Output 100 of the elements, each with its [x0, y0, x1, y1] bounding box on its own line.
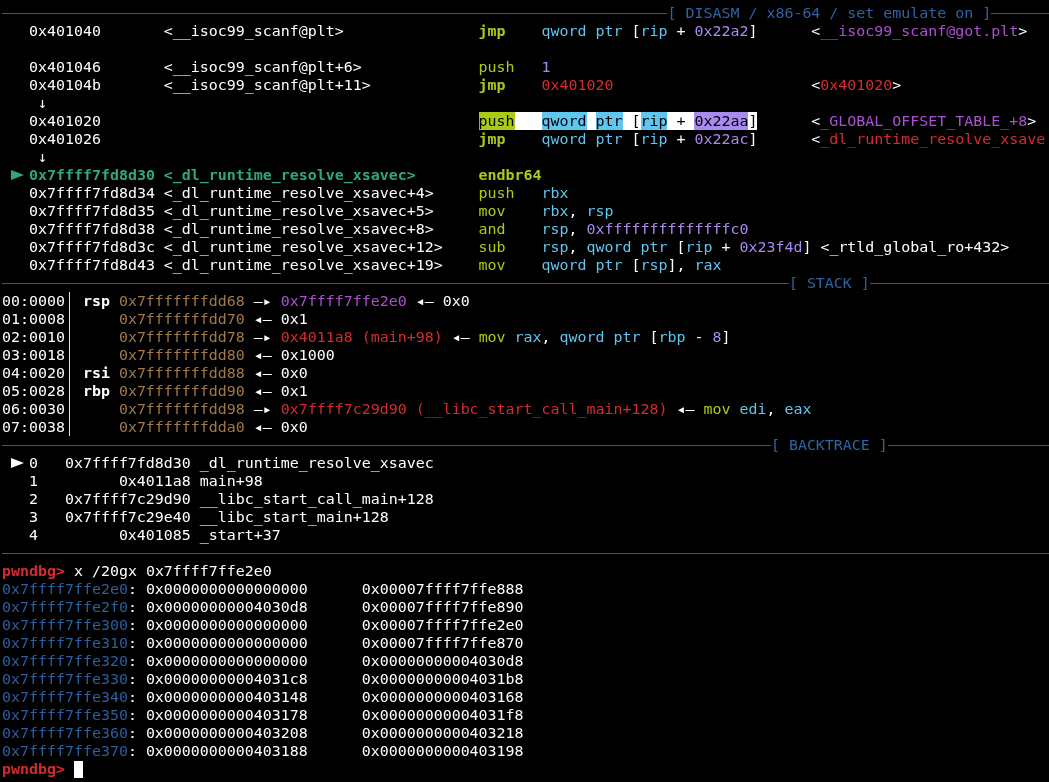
memory-value: 0x0000000000000000 — [145, 652, 308, 670]
stack-offset: 06:0030 — [2, 400, 65, 418]
symbol-label: <_dl_runtime_resolve_xsavec> — [163, 166, 416, 184]
frame-address: 0x7ffff7c29e40 — [64, 508, 191, 526]
stack-address: 0x7fffffffdd68 — [118, 292, 245, 310]
command-text: x /20gx 0x7ffff7ffe2e0 — [73, 562, 272, 580]
stack-offset: 00:0000 — [2, 292, 65, 310]
chain-arrow: —▸ — [253, 292, 272, 310]
memory-value: 0x00007ffff7ffe888 — [361, 580, 524, 598]
stack-value: 0x0 — [280, 418, 308, 436]
mnemonic-text: push — [478, 184, 515, 202]
comment-text: <_GLOBAL_OFFSET_TABLE_+8> — [811, 112, 1037, 130]
stack-offset: 02:0010 — [2, 328, 65, 346]
mnemonic-text: endbr64 — [478, 166, 542, 184]
frame-index: 0 — [28, 454, 38, 472]
memory-value: 0x0000000000403178 — [145, 706, 308, 724]
mnemonic-text: mov — [478, 256, 506, 274]
stack-value: 0x1 — [280, 310, 308, 328]
chain-arrow: ◂— — [253, 346, 272, 364]
comment-text: <0x401020> — [811, 76, 902, 94]
memory-address: 0x7ffff7ffe330: — [2, 670, 137, 688]
memory-value: 0x00000000004030d8 — [361, 652, 524, 670]
memory-address: 0x7ffff7ffe2e0: — [2, 580, 137, 598]
memory-value: 0x00000000004031b8 — [361, 670, 524, 688]
operands-text: qword ptr [rip + 0x22aa] — [541, 112, 758, 130]
operands-text: rbx, rsp — [541, 202, 614, 220]
frame-address: 0x7ffff7c29d90 — [64, 490, 191, 508]
pane-title: [ STACK ] — [788, 274, 870, 292]
mnemonic-text: mov — [478, 202, 506, 220]
frame-index: 1 — [28, 472, 38, 490]
stack-address: 0x7fffffffdd88 — [118, 364, 245, 382]
memory-value: 0x0000000000403168 — [361, 688, 524, 706]
memory-value: 0x0000000000000000 — [145, 580, 308, 598]
instruction-address: 0x7ffff7fd8d35 — [28, 202, 155, 220]
stack-offset: 04:0020 — [2, 364, 65, 382]
stack-offset: 01:0008 — [2, 310, 65, 328]
mnemonic-text: jmp — [478, 22, 506, 40]
stack-offset: 03:0018 — [2, 346, 65, 364]
stack-address: 0x7fffffffdd78 — [118, 328, 245, 346]
symbol-label: <_dl_runtime_resolve_xsavec+19> — [163, 256, 443, 274]
instruction-text: mov rax, qword ptr [rbp - 8] — [478, 328, 731, 346]
instruction-text: mov edi, eax — [703, 400, 812, 418]
instruction-address: 0x7ffff7fd8d43 — [28, 256, 155, 274]
stack-value: 0x4011a8 (main+98) — [280, 328, 443, 346]
operands-text: 1 — [541, 58, 551, 76]
symbol-label: <__isoc99_scanf@plt> — [163, 22, 344, 40]
memory-value: 0x0000000000000000 — [145, 634, 308, 652]
frame-address: 0x401085 — [118, 526, 191, 544]
operands-text: rsp, 0xffffffffffffffc0 — [541, 220, 749, 238]
mnemonic-text: jmp — [478, 76, 506, 94]
instruction-address: 0x7ffff7fd8d3c — [28, 238, 155, 256]
chain-arrow: ◂— — [451, 328, 470, 346]
instruction-address: 0x401020 — [28, 112, 101, 130]
memory-value: 0x0000000000403218 — [361, 724, 524, 742]
mnemonic-text: and — [478, 220, 506, 238]
comment-text: <__isoc99_scanf@got.plt> — [811, 22, 1028, 40]
instruction-address: 0x7ffff7fd8d30 — [28, 166, 155, 184]
memory-value: 0x00007ffff7ffe890 — [361, 598, 524, 616]
mnemonic-text: sub — [478, 238, 506, 256]
chain-arrow: ◂— — [676, 400, 695, 418]
mnemonic-text: push — [478, 58, 515, 76]
stack-value: 0x1000 — [280, 346, 335, 364]
operands-text: qword ptr [rip + 0x22ac] — [541, 130, 758, 148]
memory-value: 0x0000000000403148 — [145, 688, 308, 706]
memory-address: 0x7ffff7ffe370: — [2, 742, 137, 760]
stack-address: 0x7fffffffdd70 — [118, 310, 245, 328]
mnemonic-text: jmp — [478, 130, 506, 148]
mnemonic-text: push — [478, 112, 515, 130]
operands-text: qword ptr [rip + 0x22a2] — [541, 22, 758, 40]
memory-value: 0x00000000004030d8 — [145, 598, 308, 616]
instruction-address: 0x401046 — [28, 58, 101, 76]
frame-index: 2 — [28, 490, 38, 508]
memory-value: 0x0000000000000000 — [145, 616, 308, 634]
prompt-text: pwndbg> — [2, 760, 65, 778]
operands-text: 0x401020 — [541, 76, 614, 94]
memory-value: 0x0000000000403208 — [145, 724, 308, 742]
memory-address: 0x7ffff7ffe2f0: — [2, 598, 137, 616]
chain-arrow: ◂— — [253, 310, 272, 328]
instruction-address: 0x401040 — [28, 22, 101, 40]
memory-address: 0x7ffff7ffe360: — [2, 724, 137, 742]
register-label: rsp — [82, 292, 110, 310]
frame-address: 0x4011a8 — [118, 472, 191, 490]
symbol-label: <_dl_runtime_resolve_xsavec+5> — [163, 202, 434, 220]
chain-arrow: —▸ — [253, 328, 272, 346]
stack-value: 0x0 — [442, 292, 470, 310]
operands-text: rsp, qword ptr [rip + 0x23f4d] — [541, 238, 812, 256]
frame-function: _start+37 — [199, 526, 281, 544]
symbol-label: <_dl_runtime_resolve_xsavec+12> — [163, 238, 443, 256]
memory-value: 0x00000000004031c8 — [145, 670, 308, 688]
frame-function: _dl_runtime_resolve_xsavec — [199, 454, 434, 472]
memory-value: 0x00007ffff7ffe2e0 — [361, 616, 524, 634]
instruction-address: 0x7ffff7fd8d38 — [28, 220, 155, 238]
operands-text: qword ptr [rsp], rax — [541, 256, 722, 274]
symbol-label: <__isoc99_scanf@plt+11> — [163, 76, 371, 94]
memory-address: 0x7ffff7ffe310: — [2, 634, 137, 652]
stack-value: 0x1 — [280, 382, 308, 400]
instruction-address: 0x401026 — [28, 130, 101, 148]
chain-arrow: ◂— — [253, 382, 272, 400]
instruction-address: 0x40104b — [28, 76, 101, 94]
symbol-label: <_dl_runtime_resolve_xsavec+4> — [163, 184, 434, 202]
